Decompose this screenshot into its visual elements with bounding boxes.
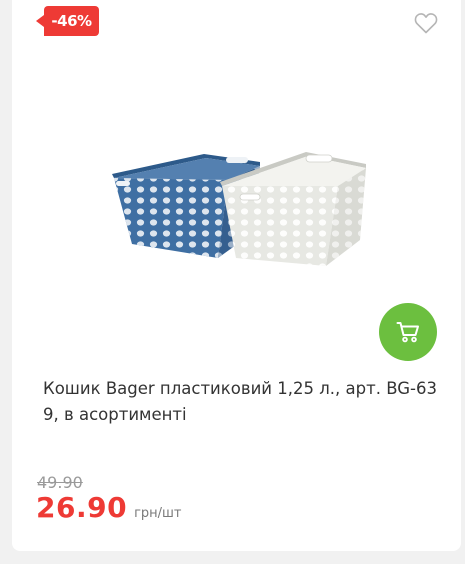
product-image[interactable] (108, 140, 370, 270)
price-unit: грн/шт (134, 506, 182, 521)
shopping-cart-icon (396, 322, 419, 343)
favorite-button[interactable] (414, 12, 438, 34)
discount-badge: -46% (36, 6, 99, 36)
heart-outline-icon (414, 13, 438, 34)
current-price: 26.90 (36, 491, 128, 524)
add-to-cart-button[interactable] (379, 303, 437, 361)
price-row: 26.90 грн/шт (36, 491, 182, 524)
product-card[interactable] (12, 0, 461, 551)
old-price: 49.90 (37, 473, 83, 492)
product-title[interactable]: Кошик Bager пластиковий 1,25 л., арт. BG… (43, 376, 438, 428)
